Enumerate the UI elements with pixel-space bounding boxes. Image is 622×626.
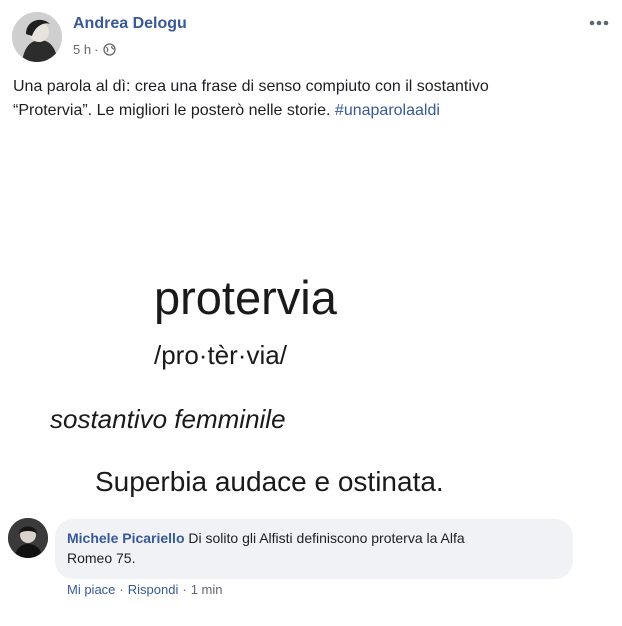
post-author-name[interactable]: Andrea Delogu [73,15,187,33]
comment-text-line2: Romeo 75. [67,550,136,566]
image-definition: Superbia audace e ostinata. [95,466,444,497]
more-options-icon[interactable] [586,10,612,36]
meta-separator: · [94,42,99,57]
commenter-avatar[interactable] [8,518,48,558]
comment-actions: Mi piace · Rispondi · 1 min [67,582,223,597]
image-word: protervia [154,271,337,324]
post-header: Andrea Delogu 5 h · [0,0,622,70]
like-link[interactable]: Mi piace [67,582,115,597]
image-part-of-speech: sostantivo femminile [50,404,286,434]
post-text: Una parola al dì: crea una frase di sens… [13,75,609,123]
author-avatar[interactable] [12,12,62,62]
commenter-name[interactable]: Michele Picariello [67,530,185,546]
reply-link[interactable]: Rispondi [128,582,179,597]
comment-bubble: Michele Picariello Di solito gli Alfisti… [55,519,573,579]
post-text-line2: “Protervia”. Le migliori le posterò nell… [13,99,609,123]
post-image[interactable]: protervia /pro·tèr·via/ sostantivo femmi… [0,140,622,508]
comment-time[interactable]: 1 min [191,582,223,597]
action-separator-1: · [119,582,124,597]
post-time[interactable]: 5 h [73,42,91,57]
comment-line1: Michele Picariello Di solito gli Alfisti… [67,528,561,548]
post-text-line1: Una parola al dì: crea una frase di sens… [13,78,489,95]
comment-text-line1: Di solito gli Alfisti definiscono proter… [188,530,465,546]
post-text-line2-content: “Protervia”. Le migliori le posterò nell… [13,102,331,119]
post-meta: 5 h · [73,42,117,57]
globe-icon[interactable] [103,43,117,56]
hashtag-link[interactable]: #unaparolaaldi [335,102,440,119]
image-pronunciation: /pro·tèr·via/ [154,340,287,370]
action-separator-2: · [182,582,187,597]
